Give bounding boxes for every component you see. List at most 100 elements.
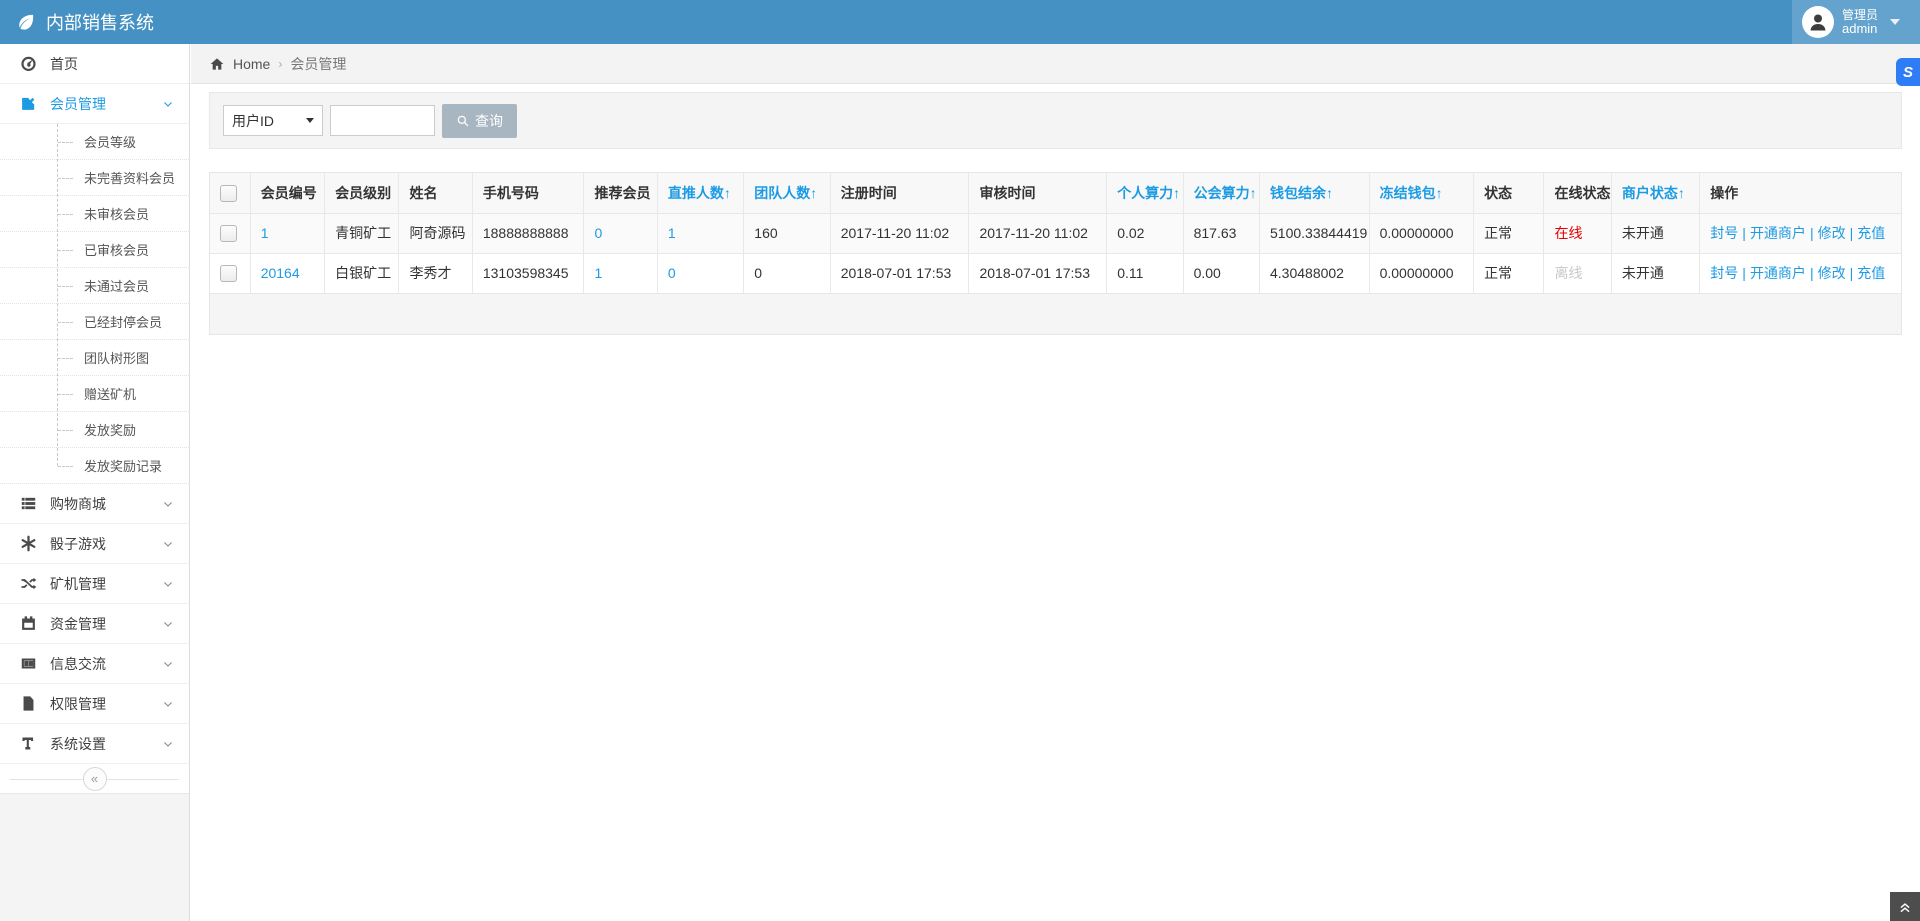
double-chevron-up-icon [1900,902,1910,912]
referrer-link[interactable]: 0 [594,225,602,241]
sidebar-subitem-grant-reward[interactable]: 发放奖励 [0,412,189,448]
sidebar-item-permission-management[interactable]: 权限管理 [0,684,189,724]
column-header-online-status: 在线状态 [1543,173,1612,214]
sidebar-subitem-team-tree[interactable]: 团队树形图 [0,340,189,376]
sidebar-subitem-audited-members[interactable]: 已审核会员 [0,232,189,268]
action-link-3[interactable]: 充值 [1857,225,1885,241]
sidebar-item-label: 资金管理 [50,615,106,632]
cell-referrer: 1 [583,253,658,294]
column-header-member-level: 会员级别 [324,173,400,214]
sidebar-item-dice-game[interactable]: 骰子游戏 [0,524,189,564]
breadcrumb-home-link[interactable]: Home [233,56,270,72]
sidebar-item-miner-management[interactable]: 矿机管理 [0,564,189,604]
leaf-icon [19,14,34,30]
sidebar-subitem-incomplete-profile-members[interactable]: 未完善资料会员 [0,160,189,196]
cell-team-count: 0 [743,253,831,294]
cell-actions: 封号 | 开通商户 | 修改 | 充值 [1699,253,1901,294]
sidebar-item-funds-management[interactable]: 资金管理 [0,604,189,644]
sidebar-item-label: 首页 [50,55,78,72]
column-header-referrer: 推荐会员 [583,173,658,214]
sidebar-submenu-members: 会员等级 未完善资料会员 未审核会员 已审核会员 未通过会员 已经封停会员 团队树形图 赠送矿… [0,124,189,484]
direct-count-link[interactable]: 0 [668,265,676,281]
chevron-down-icon [162,538,174,550]
sidebar-item-members[interactable]: 会员管理 [0,84,189,124]
breadcrumb: Home › 会员管理 [191,44,1920,84]
column-header-personal-power[interactable]: 个人算力↑ [1106,173,1184,214]
sidebar-subitem-grant-reward-records[interactable]: 发放奖励记录 [0,448,189,484]
cell-online-status: 离线 [1543,253,1612,294]
sidebar-item-label: 会员管理 [50,95,106,112]
app-title: 内部销售系统 [46,13,154,33]
user-icon [1810,14,1826,31]
column-header-wallet-balance[interactable]: 钱包结余↑ [1259,173,1370,214]
calendar-icon [20,615,37,632]
action-separator: | [1742,225,1746,241]
select-caret-icon [306,118,314,123]
sidebar-collapse-button[interactable]: « [82,766,107,791]
cell-guild-power: 817.63 [1183,213,1261,254]
cell-checkbox [210,253,251,294]
cell-status: 正常 [1473,253,1545,294]
action-link-2[interactable]: 修改 [1818,265,1846,281]
action-link-2[interactable]: 修改 [1818,225,1846,241]
column-header-checkbox[interactable] [210,173,251,214]
column-header-direct-count[interactable]: 直推人数↑ [657,173,745,214]
extension-badge-icon[interactable]: S [1896,58,1920,86]
column-header-audit-time: 审核时间 [968,173,1108,214]
sidebar-subitem-rejected-members[interactable]: 未通过会员 [0,268,189,304]
column-header-frozen-wallet[interactable]: 冻结钱包↑ [1369,173,1475,214]
table-footer [210,293,1901,334]
cell-member-id: 20164 [250,253,326,294]
sidebar-item-home[interactable]: 首页 [0,44,189,84]
online-status-badge: 在线 [1554,225,1583,241]
avatar [1802,6,1834,38]
action-link-0[interactable]: 封号 [1710,225,1738,241]
sidebar-item-message-exchange[interactable]: 信息交流 [0,644,189,684]
member-id-link[interactable]: 20164 [261,265,300,281]
chevron-down-icon [162,658,174,670]
sidebar-collapse-row: « [0,764,189,794]
cell-register-time: 2018-07-01 17:53 [830,253,970,294]
table-row: 1 青铜矿工 阿奇源码 18888888888 0 1 160 2017-11-20 11:0… [210,213,1901,254]
sidebar-item-label: 权限管理 [50,695,106,712]
search-type-select[interactable]: 用户ID [223,105,323,136]
direct-count-link[interactable]: 1 [668,225,676,241]
member-id-link[interactable]: 1 [261,225,269,241]
chevron-down-icon [162,498,174,510]
referrer-link[interactable]: 1 [594,265,602,281]
column-header-team-count[interactable]: 团队人数↑ [743,173,831,214]
action-link-3[interactable]: 充值 [1857,265,1885,281]
search-button-label: 查询 [475,112,503,129]
sidebar-subitem-unaudited-members[interactable]: 未审核会员 [0,196,189,232]
sidebar-menu: 首页会员管理会员等级 未完善资料会员 未审核会员 已审核会员 未通过会员 已经封停会员 团队… [0,44,189,764]
row-checkbox[interactable] [220,264,237,282]
column-header-guild-power[interactable]: 公会算力↑ [1183,173,1261,214]
action-link-1[interactable]: 开通商户 [1750,225,1806,241]
action-link-0[interactable]: 封号 [1710,265,1738,281]
search-button[interactable]: 查询 [442,103,517,138]
sidebar-item-shop[interactable]: 购物商城 [0,484,189,524]
cell-member-level: 白银矿工 [324,253,400,294]
cell-audit-time: 2018-07-01 17:53 [968,253,1108,294]
user-menu[interactable]: 管理员 admin [1792,0,1920,44]
user-meta: 管理员 admin [1842,8,1878,36]
cell-status: 正常 [1473,213,1545,254]
members-table-panel: 会员编号 会员级别 姓名 手机号码 推荐会员 直推人数↑ 团队人数↑ 注册时间 审核时间 个人算力… [209,172,1902,335]
column-header-member-id: 会员编号 [250,173,326,214]
chevron-down-icon [162,618,174,630]
sidebar-subitem-member-levels[interactable]: 会员等级 [0,124,189,160]
sidebar-subitem-banned-members[interactable]: 已经封停会员 [0,304,189,340]
chevron-down-icon [162,698,174,710]
sidebar-item-label: 信息交流 [50,655,106,672]
column-header-merchant-status[interactable]: 商户状态↑ [1611,173,1701,214]
row-checkbox[interactable] [220,224,237,242]
select-all-checkbox[interactable] [220,184,237,202]
cell-guild-power: 0.00 [1183,253,1261,294]
sidebar-item-label: 系统设置 [50,735,106,752]
home-icon [210,57,224,70]
action-link-1[interactable]: 开通商户 [1750,265,1806,281]
sidebar-subitem-gift-miner[interactable]: 赠送矿机 [0,376,189,412]
sidebar-item-system-settings[interactable]: 系统设置 [0,724,189,764]
search-input[interactable] [330,105,435,136]
back-to-top-button[interactable] [1890,892,1920,921]
